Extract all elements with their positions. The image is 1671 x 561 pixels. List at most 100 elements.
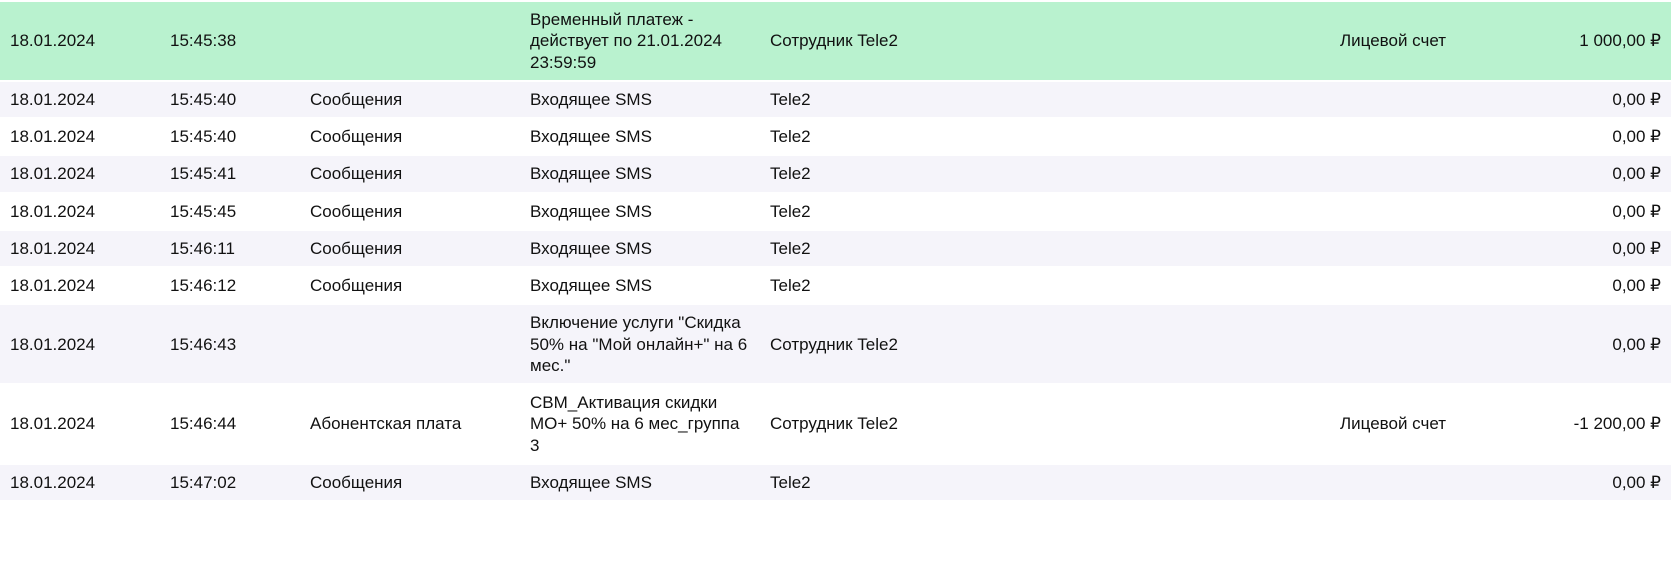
table-row: 18.01.202415:46:44Абонентская платаCBM_А…: [0, 384, 1671, 464]
cell-category: Сообщения: [300, 230, 520, 267]
table-row: 18.01.202415:46:12СообщенияВходящее SMST…: [0, 267, 1671, 304]
cell-time: 15:47:02: [160, 464, 300, 501]
cell-extra1: [950, 118, 1140, 155]
cell-time: 15:45:41: [160, 155, 300, 192]
table-row: 18.01.202415:45:45СообщенияВходящее SMST…: [0, 193, 1671, 230]
cell-extra2: [1140, 384, 1330, 464]
cell-extra2: [1140, 230, 1330, 267]
cell-category: Сообщения: [300, 118, 520, 155]
cell-extra1: [950, 193, 1140, 230]
cell-extra2: [1140, 1, 1330, 81]
table-row: 18.01.202415:45:38 Временный платеж - дей…: [0, 1, 1671, 81]
cell-description: Входящее SMS: [520, 193, 760, 230]
cell-account: [1330, 304, 1550, 384]
table-row: 18.01.202415:45:40СообщенияВходящее SMST…: [0, 81, 1671, 118]
cell-party: Tele2: [760, 155, 950, 192]
cell-category: Сообщения: [300, 81, 520, 118]
cell-amount: 1 000,00 ₽: [1550, 1, 1671, 81]
cell-category: [300, 1, 520, 81]
cell-party: Tele2: [760, 464, 950, 501]
cell-party: Tele2: [760, 81, 950, 118]
cell-party: Сотрудник Tele2: [760, 304, 950, 384]
cell-description: Входящее SMS: [520, 464, 760, 501]
cell-amount: 0,00 ₽: [1550, 304, 1671, 384]
cell-description: CBM_Активация скидки МО+ 50% на 6 мес_гр…: [520, 384, 760, 464]
cell-description: Входящее SMS: [520, 118, 760, 155]
cell-account: [1330, 464, 1550, 501]
cell-description: Входящее SMS: [520, 267, 760, 304]
cell-date: 18.01.2024: [0, 81, 160, 118]
cell-category: [300, 304, 520, 384]
cell-category: Сообщения: [300, 267, 520, 304]
cell-account: Лицевой счет: [1330, 384, 1550, 464]
cell-time: 15:46:11: [160, 230, 300, 267]
cell-account: Лицевой счет: [1330, 1, 1550, 81]
cell-amount: -1 200,00 ₽: [1550, 384, 1671, 464]
cell-account: [1330, 118, 1550, 155]
cell-amount: 0,00 ₽: [1550, 118, 1671, 155]
cell-account: [1330, 193, 1550, 230]
cell-category: Сообщения: [300, 464, 520, 501]
cell-time: 15:45:45: [160, 193, 300, 230]
cell-extra1: [950, 384, 1140, 464]
cell-party: Сотрудник Tele2: [760, 384, 950, 464]
cell-party: Tele2: [760, 118, 950, 155]
cell-extra1: [950, 81, 1140, 118]
cell-date: 18.01.2024: [0, 193, 160, 230]
cell-extra1: [950, 304, 1140, 384]
cell-extra2: [1140, 118, 1330, 155]
table-row: 18.01.202415:46:11СообщенияВходящее SMST…: [0, 230, 1671, 267]
cell-extra1: [950, 1, 1140, 81]
cell-party: Tele2: [760, 193, 950, 230]
cell-date: 18.01.2024: [0, 230, 160, 267]
cell-extra2: [1140, 155, 1330, 192]
cell-extra1: [950, 230, 1140, 267]
cell-extra1: [950, 464, 1140, 501]
cell-time: 15:46:12: [160, 267, 300, 304]
cell-extra1: [950, 155, 1140, 192]
cell-extra2: [1140, 304, 1330, 384]
cell-category: Абонентская плата: [300, 384, 520, 464]
cell-amount: 0,00 ₽: [1550, 81, 1671, 118]
cell-time: 15:45:40: [160, 81, 300, 118]
cell-amount: 0,00 ₽: [1550, 193, 1671, 230]
cell-date: 18.01.2024: [0, 304, 160, 384]
cell-extra1: [950, 267, 1140, 304]
cell-time: 15:46:43: [160, 304, 300, 384]
cell-description: Включение услуги "Скидка 50% на "Мой онл…: [520, 304, 760, 384]
cell-description: Входящее SMS: [520, 155, 760, 192]
cell-date: 18.01.2024: [0, 118, 160, 155]
cell-description: Входящее SMS: [520, 230, 760, 267]
cell-account: [1330, 81, 1550, 118]
table-row: 18.01.202415:46:43 Включение услуги "Скид…: [0, 304, 1671, 384]
cell-date: 18.01.2024: [0, 1, 160, 81]
cell-description: Временный платеж - действует по 21.01.20…: [520, 1, 760, 81]
cell-extra2: [1140, 193, 1330, 230]
cell-account: [1330, 267, 1550, 304]
cell-time: 15:46:44: [160, 384, 300, 464]
transactions-table: 18.01.202415:45:38Временный платеж - дей…: [0, 0, 1671, 502]
cell-amount: 0,00 ₽: [1550, 267, 1671, 304]
cell-account: [1330, 155, 1550, 192]
cell-party: Tele2: [760, 267, 950, 304]
table-row: 18.01.202415:45:41СообщенияВходящее SMST…: [0, 155, 1671, 192]
cell-extra2: [1140, 464, 1330, 501]
cell-category: Сообщения: [300, 193, 520, 230]
cell-account: [1330, 230, 1550, 267]
table-row: 18.01.202415:45:40СообщенияВходящее SMST…: [0, 118, 1671, 155]
cell-extra2: [1140, 81, 1330, 118]
cell-date: 18.01.2024: [0, 384, 160, 464]
cell-party: Сотрудник Tele2: [760, 1, 950, 81]
cell-date: 18.01.2024: [0, 464, 160, 501]
cell-amount: 0,00 ₽: [1550, 155, 1671, 192]
cell-time: 15:45:38: [160, 1, 300, 81]
cell-time: 15:45:40: [160, 118, 300, 155]
cell-amount: 0,00 ₽: [1550, 464, 1671, 501]
cell-extra2: [1140, 267, 1330, 304]
cell-date: 18.01.2024: [0, 155, 160, 192]
cell-description: Входящее SMS: [520, 81, 760, 118]
cell-party: Tele2: [760, 230, 950, 267]
cell-date: 18.01.2024: [0, 267, 160, 304]
cell-amount: 0,00 ₽: [1550, 230, 1671, 267]
cell-category: Сообщения: [300, 155, 520, 192]
